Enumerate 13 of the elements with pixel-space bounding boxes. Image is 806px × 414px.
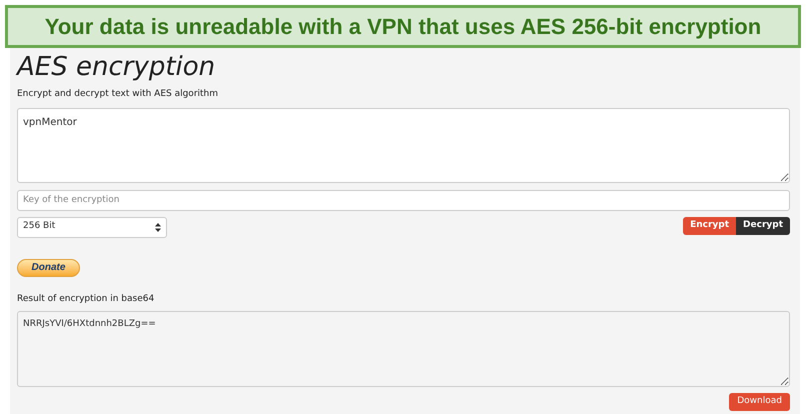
result-label: Result of encryption in base64 bbox=[17, 292, 156, 306]
result-field[interactable]: NRRJsYVI/6HXtdnnh2BLZg== bbox=[17, 311, 790, 387]
select-arrows-icon bbox=[155, 222, 161, 232]
banner-text: Your data is unreadable with a VPN that uses AES 256-bit encryption bbox=[44, 13, 762, 41]
subtitle: Encrypt and decrypt text with AES algorithm bbox=[17, 88, 220, 101]
download-button[interactable]: Download bbox=[729, 393, 790, 411]
encrypt-button[interactable]: Encrypt bbox=[683, 216, 736, 234]
key-field[interactable]: Key of the encryption bbox=[17, 190, 790, 210]
decrypt-button[interactable]: Decrypt bbox=[736, 216, 790, 234]
input-text-field[interactable]: vpnMentor bbox=[17, 108, 790, 182]
page-title: AES encryption bbox=[17, 52, 216, 82]
key-size-select[interactable]: 256 Bit bbox=[17, 216, 167, 238]
donate-button[interactable]: Donate bbox=[17, 258, 80, 276]
